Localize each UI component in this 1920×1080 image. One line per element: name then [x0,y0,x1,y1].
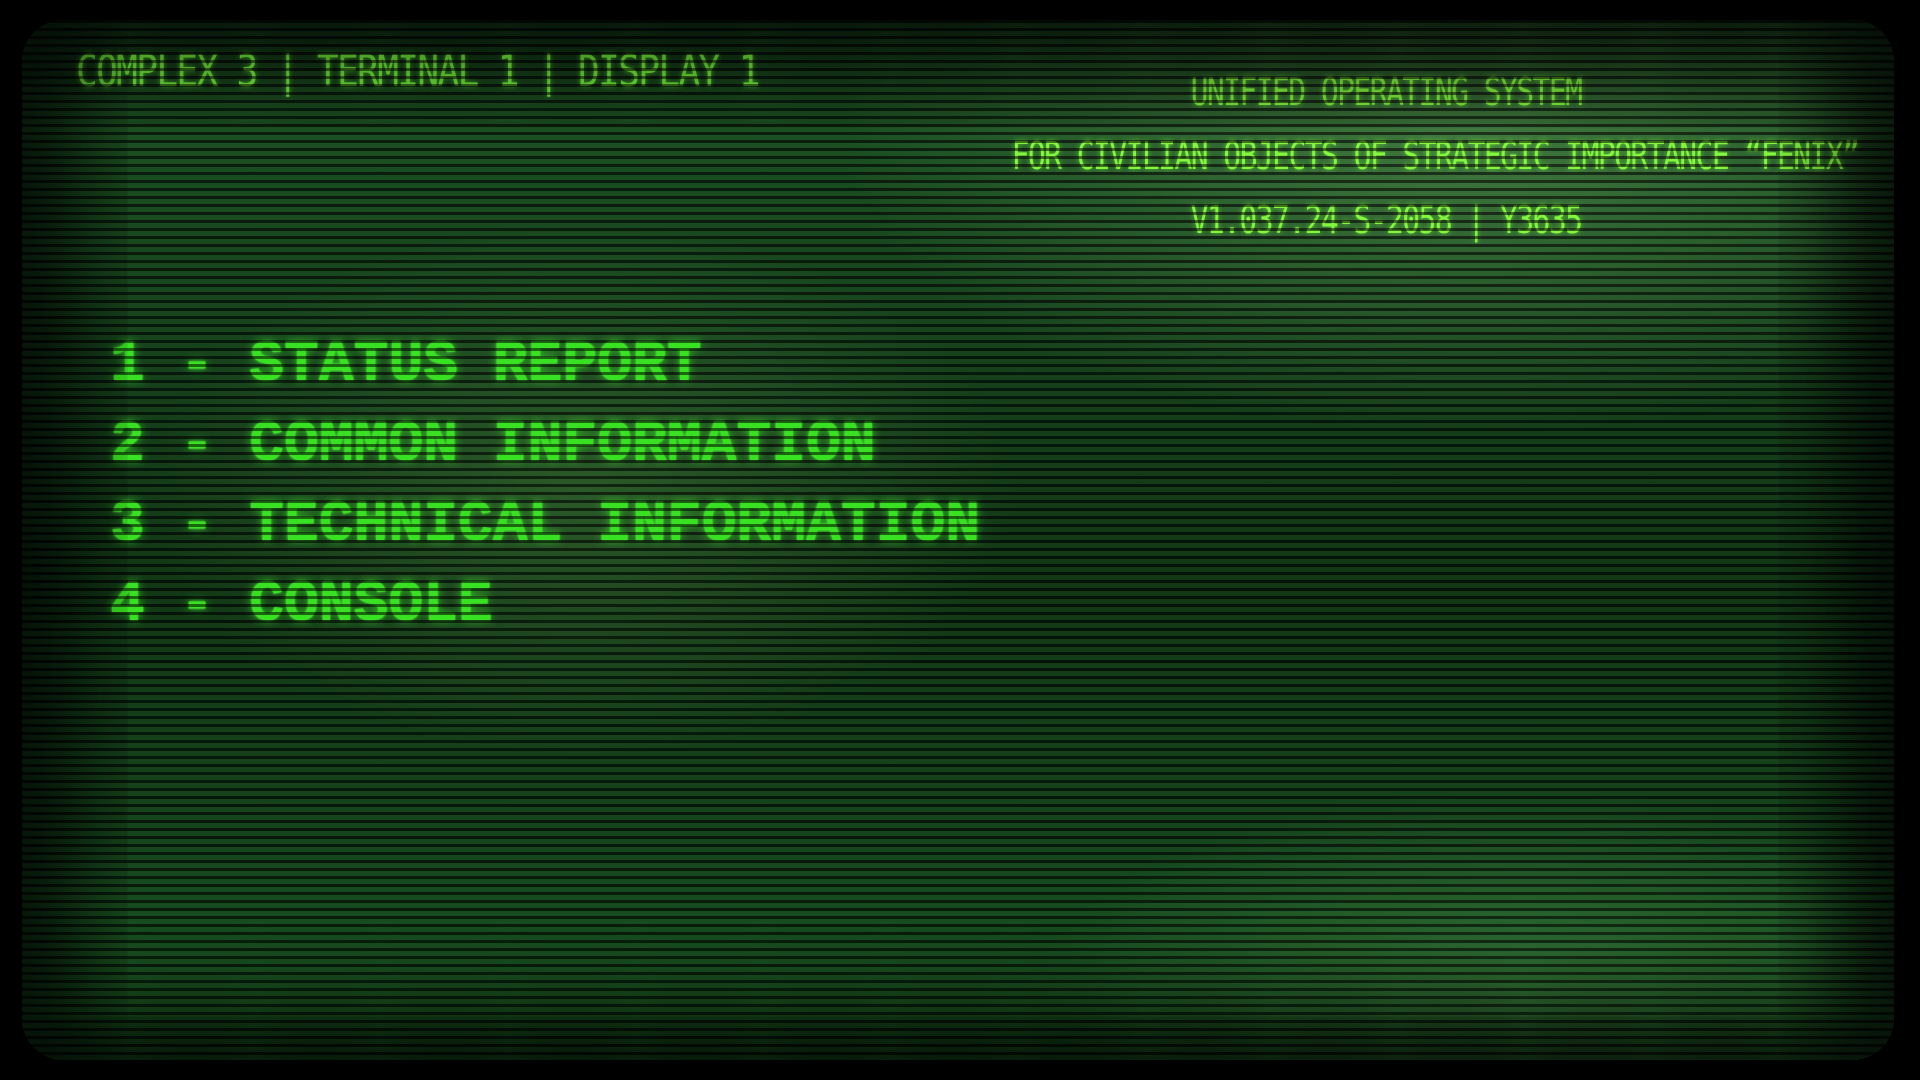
menu-item-status-report[interactable]: 1 - STATUS REPORT [110,326,980,406]
system-title: UNIFIED OPERATING SYSTEM [1190,70,1583,114]
system-info-header: UNIFIED OPERATING SYSTEM FOR CIVILIAN OB… [906,60,1866,252]
menu-item-common-information[interactable]: 2 - COMMON INFORMATION [110,406,980,486]
monitor-bezel: COMPLEX 3 | TERMINAL 1 | DISPLAY 1 UNIFI… [0,0,1920,1080]
system-version: V1.037.24-S-2058 | Y3635 [1190,198,1583,242]
main-menu: 1 - STATUS REPORT 2 - COMMON INFORMATION… [110,326,980,646]
location-header: COMPLEX 3 | TERMINAL 1 | DISPLAY 1 [76,46,760,97]
system-subtitle: FOR CIVILIAN OBJECTS OF STRATEGIC IMPORT… [1011,134,1860,178]
menu-item-console[interactable]: 4 - CONSOLE [110,566,980,646]
menu-item-technical-information[interactable]: 3 - TECHNICAL INFORMATION [110,486,980,566]
crt-screen: COMPLEX 3 | TERMINAL 1 | DISPLAY 1 UNIFI… [22,20,1894,1060]
